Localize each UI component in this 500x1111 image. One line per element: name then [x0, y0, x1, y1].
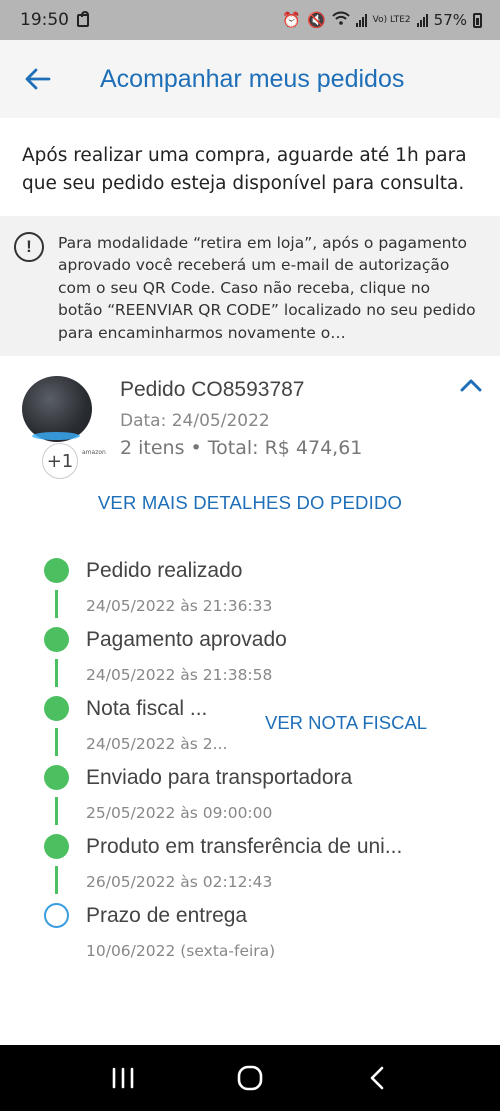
step-done-dot — [44, 834, 69, 859]
step-done-dot — [44, 558, 69, 583]
retira-em-loja-notice: ! Para modalidade “retira em loja”, após… — [0, 216, 500, 356]
step-title: Nota fiscal ... — [86, 697, 208, 720]
step-date: 10/06/2022 (sexta-feira) — [86, 942, 276, 960]
step-title: Pedido realizado — [86, 559, 243, 582]
back-chevron-icon — [370, 1066, 383, 1090]
step-date: 26/05/2022 às 02:12:43 — [86, 873, 273, 891]
step-title: Pagamento aprovado — [86, 628, 287, 651]
step-title: Prazo de entrega — [86, 904, 248, 927]
brand-label: amazon — [82, 449, 106, 456]
step-pending-dot — [44, 903, 69, 928]
product-image: amazon — [20, 374, 106, 456]
step-date: 25/05/2022 às 09:00:00 — [86, 804, 273, 822]
system-navigation-bar — [0, 1045, 500, 1111]
step-done-dot — [44, 765, 69, 790]
arrow-left-icon — [25, 68, 51, 90]
mute-icon: 🔇 — [306, 11, 326, 29]
step-done-dot — [44, 627, 69, 652]
battery-icon — [473, 12, 482, 28]
recent-apps-button[interactable] — [93, 1053, 153, 1103]
timeline-step: Pedido realizado 24/05/2022 às 21:36:33 — [0, 556, 500, 625]
signal-icon-2 — [416, 13, 428, 27]
more-items-badge: +1 — [42, 443, 78, 479]
step-date: 24/05/2022 às 21:36:33 — [86, 597, 273, 615]
intro-text: Após realizar uma compra, aguarde até 1h… — [22, 145, 467, 194]
ver-nota-fiscal-link[interactable]: VER NOTA FISCAL — [265, 712, 427, 734]
recent-apps-icon — [113, 1067, 134, 1089]
network-label: Vo) LTE2 — [372, 14, 411, 25]
chevron-up-icon — [460, 379, 482, 392]
home-icon — [237, 1065, 263, 1091]
order-card: amazon +1 Pedido CO8593787 Data: 24/05/2… — [0, 356, 500, 1046]
order-summary: 2 itens • Total: R$ 474,61 — [120, 437, 363, 459]
timeline-step: Nota fiscal ... 24/05/2022 às 2... VER N… — [0, 694, 500, 763]
timeline-step: Produto em transferência de uni... 26/05… — [0, 832, 500, 901]
step-title: Produto em transferência de uni... — [86, 835, 403, 858]
collapse-order-button[interactable] — [456, 370, 486, 400]
alarm-icon: ⏰ — [282, 11, 301, 29]
signal-icon — [355, 13, 367, 27]
step-date: 24/05/2022 às 21:38:58 — [86, 666, 273, 684]
step-connector — [55, 866, 58, 894]
shopping-bag-icon — [77, 10, 89, 27]
status-time: 19:50 — [20, 10, 69, 30]
step-connector — [55, 797, 58, 825]
timeline-step: Prazo de entrega 10/06/2022 (sexta-feira… — [0, 901, 500, 970]
wifi-icon — [331, 11, 350, 29]
step-connector — [55, 728, 58, 756]
exclamation-circle-icon: ! — [14, 232, 44, 262]
step-date: 24/05/2022 às 2... — [86, 735, 228, 753]
battery-percent: 57% — [433, 11, 467, 29]
speaker-light-ring — [32, 432, 80, 440]
status-bar: 19:50 ⏰ 🔇 Vo) LTE2 57% — [0, 0, 500, 40]
step-done-dot — [44, 696, 69, 721]
order-number: Pedido CO8593787 — [120, 378, 305, 401]
back-button[interactable] — [0, 40, 76, 118]
notice-text: Para modalidade “retira em loja”, após o… — [58, 234, 476, 342]
step-connector — [55, 659, 58, 687]
back-nav-button[interactable] — [347, 1053, 407, 1103]
home-button[interactable] — [220, 1053, 280, 1103]
step-title: Enviado para transportadora — [86, 766, 353, 789]
timeline-step: Enviado para transportadora 25/05/2022 à… — [0, 763, 500, 832]
order-details-link[interactable]: VER MAIS DETALHES DO PEDIDO — [0, 492, 500, 514]
timeline-step: Pagamento aprovado 24/05/2022 às 21:38:5… — [0, 625, 500, 694]
page-title: Acompanhar meus pedidos — [100, 64, 405, 93]
step-connector — [55, 590, 58, 618]
order-date: Data: 24/05/2022 — [120, 411, 270, 431]
app-header: Acompanhar meus pedidos — [0, 40, 500, 118]
